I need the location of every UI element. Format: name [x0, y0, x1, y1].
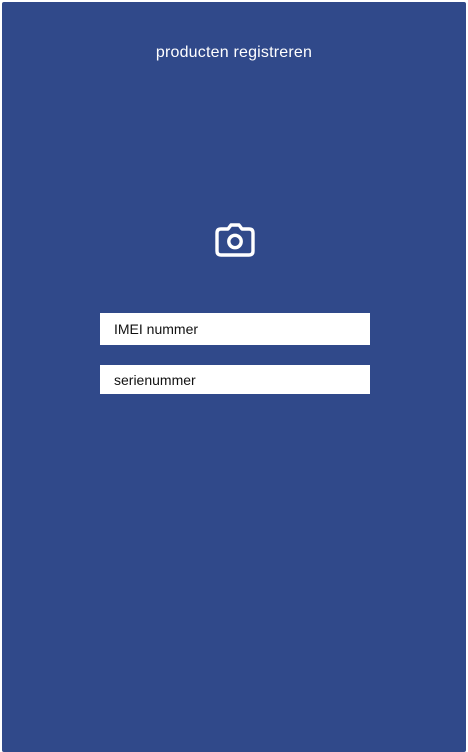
camera-icon	[215, 223, 255, 257]
camera-button[interactable]	[214, 222, 256, 258]
imei-field[interactable]	[100, 313, 370, 345]
serial-number-field[interactable]	[100, 365, 370, 394]
imei-input[interactable]	[114, 313, 370, 345]
page-title: producten registreren	[155, 44, 313, 61]
serial-number-input[interactable]	[114, 365, 370, 394]
app-screen: producten registreren	[2, 2, 466, 752]
